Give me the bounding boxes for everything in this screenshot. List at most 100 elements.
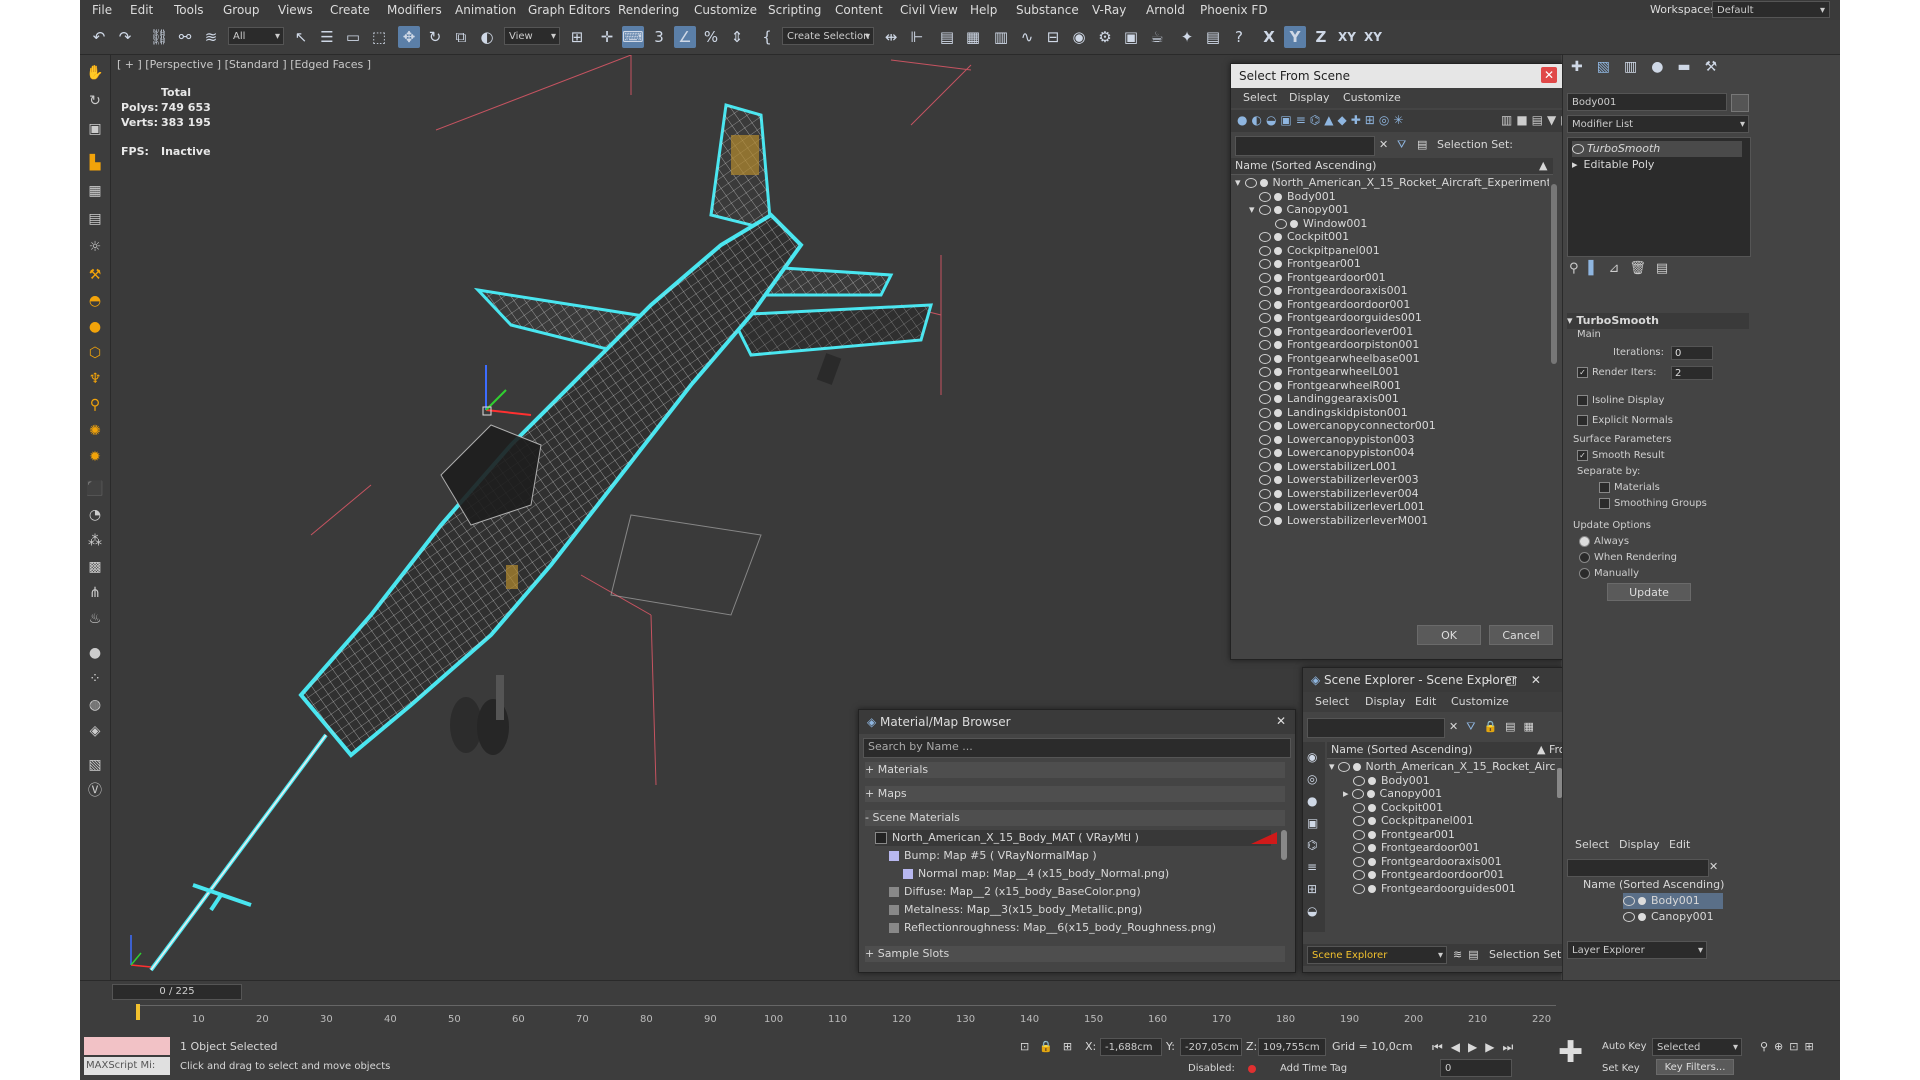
cube-icon[interactable]: ▦ xyxy=(85,181,105,201)
axis-z-button[interactable]: Z xyxy=(1310,26,1332,48)
film-icon[interactable]: ▤ xyxy=(85,209,105,229)
window-controls[interactable]: –□✕ xyxy=(1486,668,1555,692)
scene-materials-section[interactable]: - Scene Materials xyxy=(865,810,1285,826)
select-object-icon[interactable]: ↖ xyxy=(290,26,312,48)
menu-edit[interactable]: Edit xyxy=(1415,694,1436,710)
list-item[interactable]: Frontgeardoorguides001 xyxy=(1343,881,1516,897)
diffuse-map-entry[interactable]: Diffuse: Map__2 (x15_body_BaseColor.png) xyxy=(889,884,1141,900)
menu-phoenix-fd[interactable]: Phoenix FD xyxy=(1200,3,1268,17)
menu-select[interactable]: Select xyxy=(1243,90,1277,106)
layer-column-header[interactable]: Name (Sorted Ascending) xyxy=(1583,877,1724,893)
column-header[interactable]: Name (Sorted Ascending) ▲ xyxy=(1231,158,1553,175)
menu-vray[interactable]: V-Ray xyxy=(1092,3,1126,17)
render-elements-icon[interactable]: ▧ xyxy=(85,755,105,775)
navigation-icons[interactable]: ⚲⊕⊡⊞ xyxy=(1760,1039,1820,1055)
palette-icon[interactable]: ◍ xyxy=(85,695,105,715)
link-icon[interactable]: ⛓ xyxy=(148,26,170,48)
schematic-view-icon[interactable]: ⊟ xyxy=(1042,26,1064,48)
bind-spacewarp-icon[interactable]: ≋ xyxy=(200,26,222,48)
menu-substance[interactable]: Substance xyxy=(1016,3,1079,17)
playback-controls[interactable]: ⏮◀▶▶⏭ xyxy=(1432,1039,1521,1055)
scene-search-input[interactable] xyxy=(1307,718,1445,738)
undo-icon[interactable]: ↶ xyxy=(88,26,110,48)
scene-explorer-tools[interactable]: ✕⛛🔒▤▦ xyxy=(1449,719,1542,735)
skylight-icon[interactable]: ✹ xyxy=(85,447,105,467)
light-icon[interactable]: ☼ xyxy=(85,237,105,257)
bump-map-entry[interactable]: Bump: Map #5 ( VRayNormalMap ) xyxy=(889,848,1097,864)
stack-turbosmooth[interactable]: TurboSmooth xyxy=(1572,141,1742,157)
keyboard-shortcut-override-icon[interactable]: ⌨ xyxy=(622,26,644,48)
always-radio[interactable]: Always xyxy=(1579,534,1629,550)
scene-explorer-icon[interactable]: ▤ xyxy=(936,26,958,48)
paint-icon[interactable]: ▙ xyxy=(85,153,105,173)
add-time-tag[interactable]: Add Time Tag xyxy=(1280,1061,1347,1077)
menu-create[interactable]: Create xyxy=(330,3,370,17)
menu-display[interactable]: Display xyxy=(1365,694,1406,710)
layer-explorer-dropdown[interactable]: Layer Explorer ▾ xyxy=(1567,941,1707,959)
set-key-button[interactable]: Set Key xyxy=(1602,1061,1640,1077)
key-filters-button[interactable]: Key Filters... xyxy=(1656,1059,1734,1075)
edit-named-selection-icon[interactable]: { xyxy=(756,26,778,48)
pivot-center-icon[interactable]: ⊞ xyxy=(566,26,588,48)
maxscript-listener[interactable] xyxy=(84,1037,170,1055)
material-search-input[interactable]: Search by Name ... xyxy=(863,738,1291,758)
selection-set-icon[interactable]: ▤ xyxy=(1417,137,1427,153)
auto-key-button[interactable]: Auto Key xyxy=(1602,1039,1647,1055)
smoothing-groups-checkbox[interactable]: Smoothing Groups xyxy=(1599,496,1707,512)
redo-icon[interactable]: ↷ xyxy=(114,26,136,48)
menu-display[interactable]: Display xyxy=(1289,90,1330,106)
sphere-icon[interactable]: ● xyxy=(85,317,105,337)
metalness-map-entry[interactable]: Metalness: Map__3(x15_body_Metallic.png) xyxy=(889,902,1142,918)
layer-item-body[interactable]: Body001 xyxy=(1623,893,1723,909)
render-setup-icon[interactable]: ⚙ xyxy=(1094,26,1116,48)
percent-snap-icon[interactable]: % xyxy=(700,26,722,48)
list-item[interactable]: LowerstabilizerleverM001 xyxy=(1249,513,1428,529)
x-coordinate-field[interactable]: -1,688cm xyxy=(1100,1038,1162,1056)
modifier-list-dropdown[interactable]: Modifier List ▾ xyxy=(1567,115,1749,133)
current-frame-field[interactable]: 0 xyxy=(1440,1059,1512,1077)
render-production-icon[interactable]: ☕ xyxy=(1146,26,1168,48)
layer-item-canopy[interactable]: Canopy001 xyxy=(1623,909,1714,925)
scene-explorer-column-header[interactable]: Name (Sorted Ascending) ▲ Froz xyxy=(1327,742,1571,759)
render-iters-spinner[interactable]: 2 xyxy=(1671,366,1713,380)
material-browser-title[interactable]: ◈ Material/Map Browser ✕ xyxy=(859,710,1295,734)
teapot-icon[interactable]: ◔ xyxy=(85,505,105,525)
select-move-icon[interactable]: ✥ xyxy=(398,26,420,48)
filter-icons[interactable]: ●◐◒▣≡⌬▲◆✚⊞◎✳ xyxy=(1237,113,1407,127)
track-bar[interactable]: 10 20 30 40 50 60 70 80 90 100 110 120 1… xyxy=(136,1004,1556,1025)
axis-xy-cycle-button[interactable]: XY xyxy=(1362,26,1384,48)
manually-radio[interactable]: Manually xyxy=(1579,566,1639,582)
rendered-frame-window-icon[interactable]: ▣ xyxy=(1120,26,1142,48)
close-icon[interactable]: ✕ xyxy=(1273,713,1289,729)
axis-xy-button[interactable]: XY xyxy=(1336,26,1358,48)
footer-icons[interactable]: ≋▤ xyxy=(1453,947,1485,963)
explorer-name-dropdown[interactable]: Scene Explorer ▾ xyxy=(1307,946,1447,964)
z-coordinate-field[interactable]: 109,755cm xyxy=(1258,1038,1326,1056)
material-entry[interactable]: North_American_X_15_Body_MAT ( VRayMtl ) xyxy=(875,830,1271,846)
list-scrollbar[interactable] xyxy=(1551,184,1557,364)
scene-explorer-title[interactable]: ◈ Scene Explorer - Scene Explorer –□✕ xyxy=(1303,668,1563,692)
menu-select[interactable]: Select xyxy=(1315,694,1349,710)
reference-coordinate-dropdown[interactable]: View ▾ xyxy=(504,27,560,45)
select-manipulate-icon[interactable]: ✛ xyxy=(596,26,618,48)
stack-tool-icons[interactable]: ⚲▌⊿🗑▤ xyxy=(1569,261,1678,276)
select-by-name-icon[interactable]: ☰ xyxy=(316,26,338,48)
object-name-field[interactable]: Body001 xyxy=(1567,93,1727,111)
maxscript-input[interactable]: MAXScript Mi: xyxy=(84,1057,170,1075)
when-rendering-radio[interactable]: When Rendering xyxy=(1579,550,1677,566)
target-light-icon[interactable]: ⚲ xyxy=(85,395,105,415)
layer-menu-display[interactable]: Display xyxy=(1619,837,1660,853)
menu-group[interactable]: Group xyxy=(223,3,260,17)
mirror-icon[interactable]: ⇹ xyxy=(880,26,902,48)
menu-civil-view[interactable]: Civil View xyxy=(900,3,958,17)
align-icon[interactable]: ⊩ xyxy=(906,26,928,48)
workspace-dropdown[interactable]: Default ▾ xyxy=(1712,1,1830,18)
object-color-swatch[interactable] xyxy=(1731,94,1749,112)
material-sphere-icon[interactable]: ● xyxy=(85,643,105,663)
help-script-icon[interactable]: ▤ xyxy=(1202,26,1224,48)
unlink-icon[interactable]: ⚯ xyxy=(174,26,196,48)
menu-graph-editors[interactable]: Graph Editors xyxy=(528,3,610,17)
key-mode-icon[interactable]: ✚ xyxy=(1558,1035,1583,1070)
time-slider[interactable]: 0 / 225 xyxy=(112,984,242,1000)
vray-logo-icon[interactable]: Ⓥ xyxy=(85,781,105,801)
